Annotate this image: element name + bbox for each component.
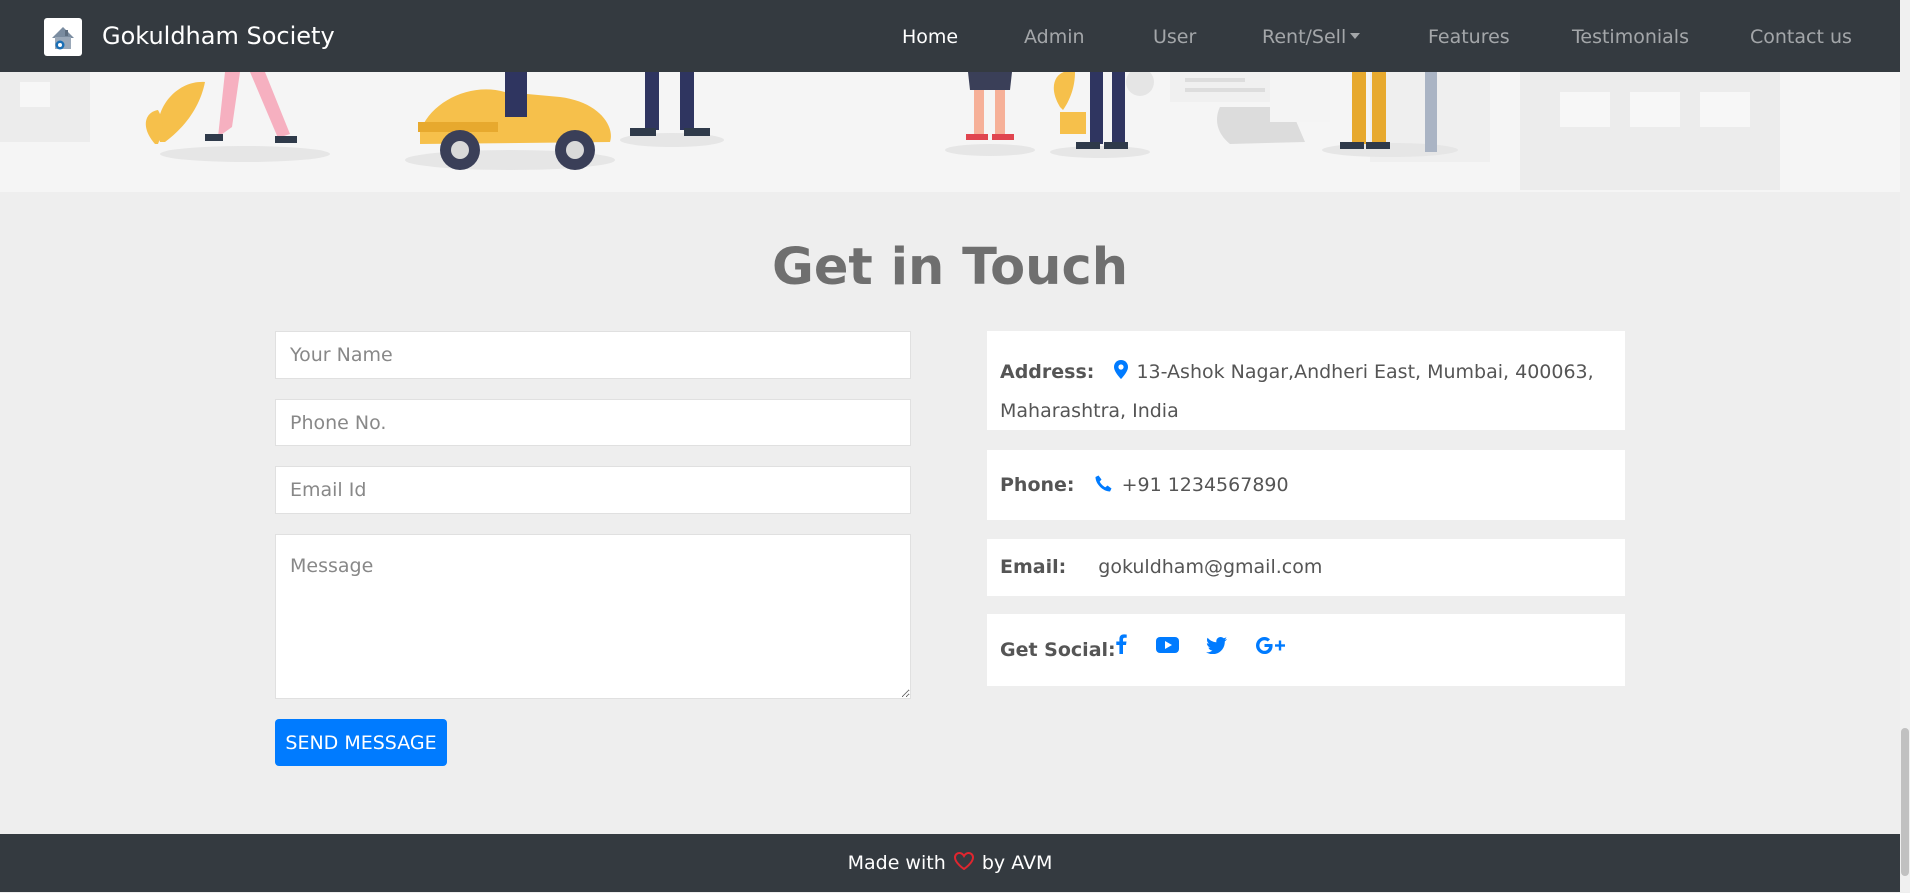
twitter-icon[interactable] bbox=[1206, 637, 1227, 658]
address-line2: Maharashtra, India bbox=[1000, 399, 1179, 422]
heart-icon bbox=[953, 835, 974, 893]
brand-logo[interactable] bbox=[44, 18, 82, 56]
email-input[interactable] bbox=[275, 466, 911, 514]
map-marker-icon bbox=[1114, 354, 1129, 392]
section-title: Get in Touch bbox=[771, 238, 1129, 297]
address-line1: 13-Ashok Nagar,Andheri East, Mumbai, 400… bbox=[1136, 361, 1594, 383]
nav-features[interactable]: Features bbox=[1428, 26, 1510, 48]
social-card: Get Social: bbox=[987, 614, 1625, 686]
footer: Made with by AVM bbox=[0, 834, 1900, 892]
hero-illustration bbox=[0, 72, 1900, 192]
navbar: Gokuldham Society Home Admin User Rent/S… bbox=[0, 0, 1900, 72]
email-label: Email: bbox=[1000, 556, 1067, 578]
nav-user[interactable]: User bbox=[1153, 26, 1196, 48]
send-message-button[interactable]: SEND MESSAGE bbox=[275, 719, 447, 766]
nav-rent-sell[interactable]: Rent/Sell bbox=[1262, 26, 1361, 48]
phone-card: Phone: +91 1234567890 bbox=[987, 450, 1625, 520]
phone-label: Phone: bbox=[1000, 474, 1075, 496]
phone-icon bbox=[1095, 451, 1112, 521]
email-card: Email: gokuldham@gmail.com bbox=[987, 539, 1625, 596]
footer-by: by AVM bbox=[981, 852, 1053, 874]
brand-name[interactable]: Gokuldham Society bbox=[102, 22, 335, 50]
google-plus-icon[interactable] bbox=[1256, 637, 1285, 658]
social-label: Get Social: bbox=[1000, 639, 1116, 661]
nav-testimonials[interactable]: Testimonials bbox=[1572, 26, 1689, 48]
facebook-icon[interactable] bbox=[1116, 634, 1127, 658]
youtube-icon[interactable] bbox=[1156, 637, 1179, 657]
email-value[interactable]: gokuldham@gmail.com bbox=[1098, 556, 1322, 578]
dropdown-caret-icon bbox=[1350, 33, 1361, 39]
nav-home[interactable]: Home bbox=[902, 26, 958, 48]
phone-value: +91 1234567890 bbox=[1121, 474, 1289, 496]
phone-input[interactable] bbox=[275, 399, 911, 446]
nav-admin[interactable]: Admin bbox=[1024, 26, 1085, 48]
address-label: Address: bbox=[1000, 361, 1095, 383]
footer-made-with: Made with bbox=[847, 852, 946, 874]
nav-rent-sell-label: Rent/Sell bbox=[1262, 26, 1347, 48]
scrollbar-thumb[interactable] bbox=[1901, 728, 1909, 876]
nav-contact-us[interactable]: Contact us bbox=[1750, 26, 1852, 48]
name-input[interactable] bbox=[275, 331, 911, 379]
message-textarea[interactable] bbox=[275, 534, 911, 699]
address-card: Address: 13-Ashok Nagar,Andheri East, Mu… bbox=[987, 331, 1625, 430]
